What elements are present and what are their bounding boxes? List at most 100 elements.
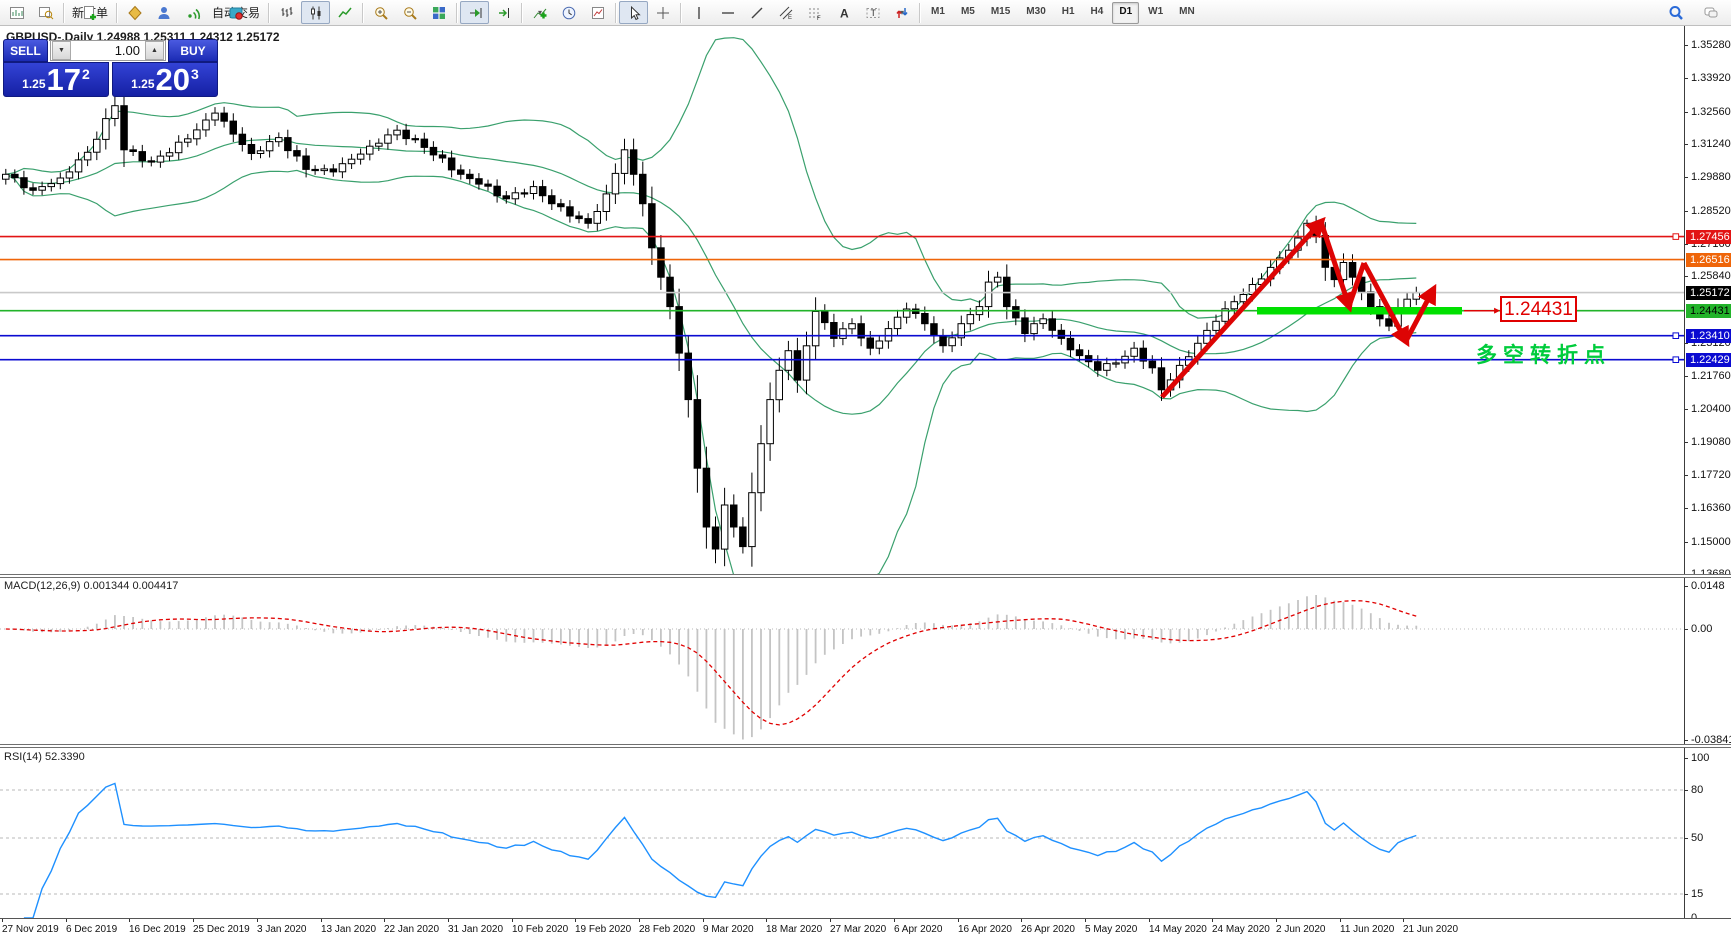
toolbar-community-button[interactable] <box>149 1 178 24</box>
volume-value[interactable]: 1.00 <box>72 43 144 58</box>
toolbar-market-button[interactable] <box>120 1 149 24</box>
toolbar-search-button[interactable] <box>1661 1 1690 24</box>
rsi-tick-label: 80 <box>1691 784 1704 796</box>
macd-tick <box>1684 740 1688 741</box>
toolbar-cursor-button[interactable] <box>619 1 649 24</box>
macd-signal-line <box>5 600 1417 726</box>
timeframe-MN-button[interactable]: MN <box>1172 2 1202 24</box>
toolbar-autotrading-button[interactable]: 自动交易 <box>207 1 265 24</box>
hline-handle[interactable] <box>1672 233 1680 240</box>
rsi-tick-label: 15 <box>1691 888 1704 900</box>
chinese-note-text[interactable]: 多空转折点 <box>1476 339 1611 369</box>
macd-label: MACD(12,26,9) 0.001344 0.004417 <box>4 580 178 592</box>
toolbar-separator <box>63 2 64 23</box>
autotrading-icon <box>229 7 243 20</box>
bollinger-band-line <box>5 169 1417 576</box>
rsi-name: RSI(14) <box>4 751 42 763</box>
date-tick <box>257 919 258 922</box>
hline-handle[interactable] <box>1672 332 1680 339</box>
toolbar-text-button[interactable]: A <box>829 1 858 24</box>
sell-button[interactable]: SELL <box>3 39 48 62</box>
channel-icon: E <box>779 6 792 21</box>
date-label: 2 Jun 2020 <box>1276 924 1326 935</box>
date-tick <box>830 919 831 922</box>
price-tick-label: 1.32560 <box>1691 106 1731 118</box>
date-tick <box>958 919 959 922</box>
rsi-tick <box>1684 838 1688 839</box>
price-badge-1.22429: 1.22429 <box>1686 353 1731 367</box>
timeframe-M15-button[interactable]: M15 <box>984 2 1017 24</box>
macd-name: MACD(12,26,9) <box>4 580 81 592</box>
macd-canvas[interactable] <box>0 578 1684 746</box>
toolbar-chart-shift-button[interactable] <box>489 1 518 24</box>
svg-text:E: E <box>788 15 792 21</box>
sell-price-display[interactable]: 1.25 17 2 <box>3 62 109 97</box>
volume-decrease-button[interactable]: ▼ <box>52 41 71 60</box>
buy-button-label: BUY <box>180 43 206 58</box>
hline-handle[interactable] <box>1672 356 1680 363</box>
toolbar-candle-chart-button[interactable] <box>301 1 331 24</box>
toolbar-crosshair-button[interactable] <box>648 1 677 24</box>
price-tick-label: 1.17720 <box>1691 469 1731 481</box>
volume-increase-button[interactable]: ▲ <box>145 41 164 60</box>
crosshair-icon <box>656 6 669 19</box>
price-tick-label: 1.35280 <box>1691 39 1731 51</box>
date-label: 18 Mar 2020 <box>766 924 823 935</box>
timeframe-H4-button[interactable]: H4 <box>1084 2 1111 24</box>
date-tick <box>639 919 640 922</box>
label-icon: T <box>866 7 880 18</box>
support-highlight-line[interactable] <box>1257 307 1462 315</box>
toolbar-zoom-in-button[interactable] <box>366 1 395 24</box>
buy-price-display[interactable]: 1.25 20 3 <box>112 62 218 97</box>
toolbar-trendline-button[interactable] <box>742 1 771 24</box>
chart-shift-icon <box>498 7 509 18</box>
toolbar-channel-button[interactable]: E <box>771 1 800 24</box>
toolbar-vline-button[interactable] <box>684 1 713 24</box>
timeframe-H1-button[interactable]: H1 <box>1055 2 1082 24</box>
toolbar-separator <box>680 2 682 23</box>
toolbar-profiles-button[interactable] <box>31 1 60 24</box>
indicators-icon <box>533 8 547 18</box>
rsi-tick <box>1684 758 1688 759</box>
date-label: 24 May 2020 <box>1212 924 1270 935</box>
date-axis[interactable]: 27 Nov 2019 6 Dec 2019 16 Dec 2019 25 Dec 2… <box>0 918 1731 939</box>
toolbar-autoscroll-button[interactable] <box>460 1 490 24</box>
vline-icon <box>697 6 700 19</box>
toolbar-hline-button[interactable] <box>713 1 742 24</box>
toolbar-templates-button[interactable]: ▾ <box>583 1 612 24</box>
timeframe-M30-button[interactable]: M30 <box>1019 2 1052 24</box>
volume-input[interactable]: ▼ 1.00 ▲ <box>50 40 166 61</box>
price-annotation-box[interactable]: 1.24431 <box>1500 296 1577 322</box>
toolbar-charts-window-button[interactable] <box>2 1 31 24</box>
macd-tick <box>1684 629 1688 630</box>
main-chart-canvas[interactable] <box>0 26 1684 576</box>
timeframe-D1-button[interactable]: D1 <box>1112 1 1140 24</box>
toolbar-tile-windows-button[interactable] <box>424 1 453 24</box>
svg-text:A: A <box>840 6 849 20</box>
timeframe-M5-button[interactable]: M5 <box>954 2 982 24</box>
scale-border <box>1684 26 1685 918</box>
date-label: 28 Feb 2020 <box>639 924 696 935</box>
toolbar-chat-button[interactable] <box>1696 1 1725 24</box>
toolbar-periods-button[interactable]: ▾ <box>554 1 583 24</box>
date-tick <box>66 919 67 922</box>
toolbar-shapes-button[interactable]: ▾ <box>887 1 916 24</box>
buy-button[interactable]: BUY <box>168 39 218 62</box>
fibo-icon: F <box>808 8 821 21</box>
community-icon <box>158 6 170 19</box>
svg-text:T: T <box>870 8 876 18</box>
toolbar-indicators-button[interactable]: ▾ <box>525 1 554 24</box>
market-icon <box>127 5 142 20</box>
timeframe-W1-button[interactable]: W1 <box>1141 2 1170 24</box>
toolbar-line-chart-button[interactable] <box>330 1 359 24</box>
toolbar-label-button[interactable]: T <box>858 1 887 24</box>
toolbar-fibo-button[interactable]: F <box>800 1 829 24</box>
toolbar-new-order-button[interactable]: 新订单 <box>67 1 113 24</box>
rsi-canvas[interactable] <box>0 748 1684 918</box>
toolbar-bar-chart-button[interactable] <box>272 1 301 24</box>
timeframe-M1-button[interactable]: M1 <box>924 2 952 24</box>
toolbar-signals-button[interactable] <box>178 1 207 24</box>
toolbar-zoom-out-button[interactable] <box>395 1 424 24</box>
templates-icon <box>591 6 604 19</box>
bar-chart-icon <box>281 6 293 17</box>
